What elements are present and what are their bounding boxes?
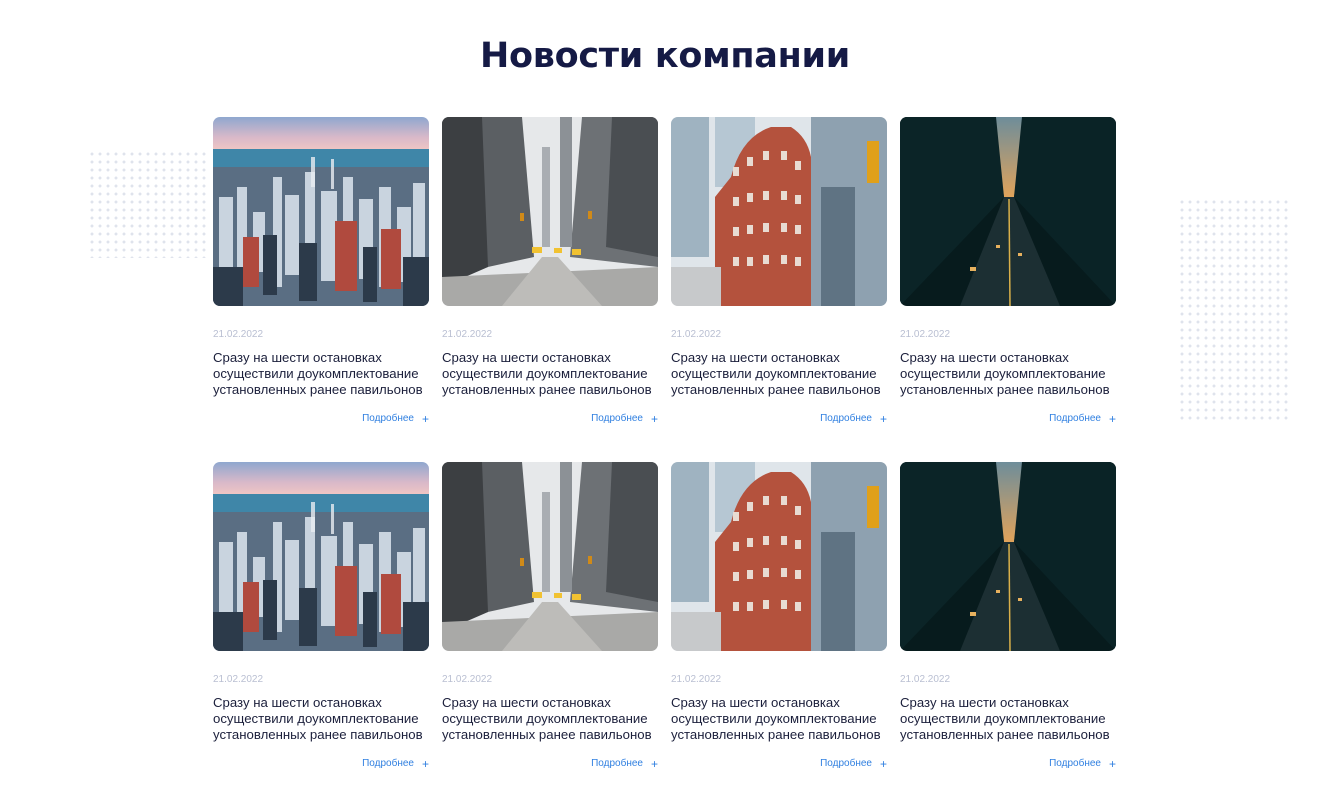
plus-icon: + [421, 756, 429, 771]
news-card: 21.02.2022 Сразу на шести остановках осу… [442, 117, 658, 431]
more-link-label: Подробнее [820, 758, 872, 769]
news-image[interactable] [442, 117, 658, 306]
more-link[interactable]: Подробнее + [1049, 411, 1116, 426]
news-card: 21.02.2022 Сразу на шести остановках осу… [213, 462, 429, 776]
news-text-line: осуществили доукомплектование [900, 366, 1106, 381]
more-link[interactable]: Подробнее + [591, 411, 658, 426]
more-link-label: Подробнее [591, 758, 643, 769]
news-text-line: установленных ранее павильонов [442, 727, 652, 742]
more-link-label: Подробнее [820, 413, 872, 424]
news-image[interactable] [442, 462, 658, 651]
news-card: 21.02.2022 Сразу на шести остановках осу… [442, 462, 658, 776]
news-text-line: установленных ранее павильонов [671, 727, 881, 742]
news-text-line: установленных ранее павильонов [900, 382, 1110, 397]
news-text-line: Сразу на шести остановках [442, 350, 611, 365]
news-text[interactable]: Сразу на шести остановках осуществили до… [900, 695, 1122, 743]
plus-icon: + [879, 756, 887, 771]
news-date: 21.02.2022 [671, 329, 722, 340]
news-date: 21.02.2022 [900, 329, 951, 340]
more-link[interactable]: Подробнее + [362, 411, 429, 426]
news-text-line: осуществили доукомплектование [671, 711, 877, 726]
news-image[interactable] [900, 117, 1116, 306]
news-card: 21.02.2022 Сразу на шести остановках осу… [671, 462, 887, 776]
news-text-line: установленных ранее павильонов [671, 382, 881, 397]
news-text-line: осуществили доукомплектование [213, 711, 419, 726]
page-title: Новости компании [480, 36, 850, 76]
plus-icon: + [650, 756, 658, 771]
news-date: 21.02.2022 [442, 329, 493, 340]
news-card: 21.02.2022 Сразу на шести остановках осу… [213, 117, 429, 431]
news-image[interactable] [213, 462, 429, 651]
news-card: 21.02.2022 Сразу на шести остановках осу… [900, 117, 1116, 431]
more-link-label: Подробнее [1049, 413, 1101, 424]
dots-decoration-right [1178, 198, 1288, 420]
news-text[interactable]: Сразу на шести остановках осуществили до… [671, 350, 893, 398]
news-text-line: осуществили доукомплектование [442, 366, 648, 381]
news-image[interactable] [213, 117, 429, 306]
news-grid: 21.02.2022 Сразу на шести остановках осу… [213, 117, 1116, 776]
news-text-line: осуществили доукомплектование [442, 711, 648, 726]
news-date: 21.02.2022 [213, 329, 264, 340]
news-date: 21.02.2022 [671, 674, 722, 685]
news-text[interactable]: Сразу на шести остановках осуществили до… [900, 350, 1122, 398]
news-text-line: установленных ранее павильонов [442, 382, 652, 397]
plus-icon: + [1108, 411, 1116, 426]
news-date: 21.02.2022 [900, 674, 951, 685]
news-image[interactable] [900, 462, 1116, 651]
more-link-label: Подробнее [591, 413, 643, 424]
news-text-line: Сразу на шести остановках [213, 695, 382, 710]
news-text-line: Сразу на шести остановках [213, 350, 382, 365]
news-text[interactable]: Сразу на шести остановках осуществили до… [671, 695, 893, 743]
news-text[interactable]: Сразу на шести остановках осуществили до… [213, 350, 435, 398]
news-text-line: Сразу на шести остановках [671, 350, 840, 365]
more-link[interactable]: Подробнее + [362, 756, 429, 771]
news-text-line: установленных ранее павильонов [900, 727, 1110, 742]
news-image[interactable] [671, 462, 887, 651]
news-text[interactable]: Сразу на шести остановках осуществили до… [442, 350, 664, 398]
news-text-line: осуществили доукомплектование [213, 366, 419, 381]
news-date: 21.02.2022 [442, 674, 493, 685]
news-text[interactable]: Сразу на шести остановках осуществили до… [213, 695, 435, 743]
news-text-line: установленных ранее павильонов [213, 382, 423, 397]
more-link[interactable]: Подробнее + [820, 756, 887, 771]
news-text-line: Сразу на шести остановках [671, 695, 840, 710]
news-text-line: Сразу на шести остановках [900, 695, 1069, 710]
news-text-line: осуществили доукомплектование [900, 711, 1106, 726]
plus-icon: + [650, 411, 658, 426]
more-link[interactable]: Подробнее + [1049, 756, 1116, 771]
news-date: 21.02.2022 [213, 674, 264, 685]
news-text-line: осуществили доукомплектование [671, 366, 877, 381]
news-text[interactable]: Сразу на шести остановках осуществили до… [442, 695, 664, 743]
plus-icon: + [879, 411, 887, 426]
news-card: 21.02.2022 Сразу на шести остановках осу… [900, 462, 1116, 776]
plus-icon: + [421, 411, 429, 426]
more-link[interactable]: Подробнее + [820, 411, 887, 426]
news-text-line: Сразу на шести остановках [442, 695, 611, 710]
plus-icon: + [1108, 756, 1116, 771]
more-link-label: Подробнее [362, 758, 414, 769]
dots-decoration-left [88, 150, 206, 258]
more-link[interactable]: Подробнее + [591, 756, 658, 771]
more-link-label: Подробнее [362, 413, 414, 424]
news-text-line: установленных ранее павильонов [213, 727, 423, 742]
news-card: 21.02.2022 Сразу на шести остановках осу… [671, 117, 887, 431]
news-text-line: Сразу на шести остановках [900, 350, 1069, 365]
news-image[interactable] [671, 117, 887, 306]
more-link-label: Подробнее [1049, 758, 1101, 769]
